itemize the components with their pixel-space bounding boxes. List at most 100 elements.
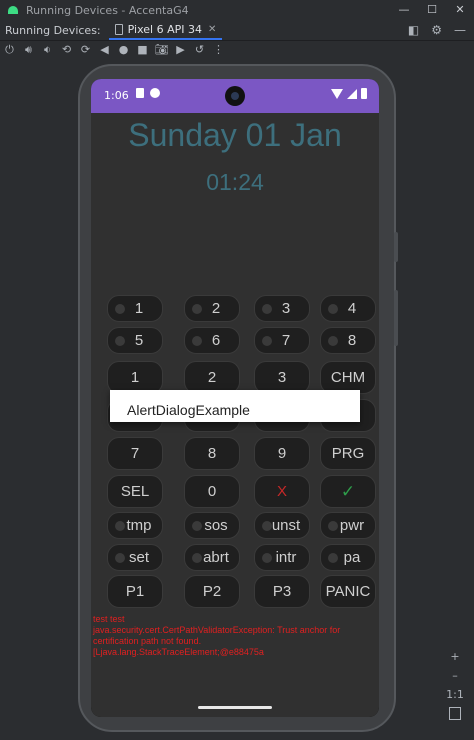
key-1-toggle[interactable]: 1 [107,295,163,322]
dialog-title: AlertDialogExample [127,402,250,418]
gear-icon[interactable]: ⚙ [431,23,442,37]
key-3-toggle[interactable]: 3 [254,295,310,322]
maximize-button[interactable]: ☐ [418,0,446,20]
sos-toggle[interactable]: sos [184,512,240,539]
volume-up-icon[interactable]: 🔊︎ [19,41,38,59]
cancel-x-icon: X [276,483,287,500]
overview-icon[interactable]: ■ [133,41,152,59]
device-tab-bar: Running Devices: Pixel 6 API 34 ✕ ◧ ⚙ — [0,20,474,41]
back-icon[interactable]: ◀ [95,41,114,59]
cancel-button[interactable]: X [254,475,310,508]
checkmark-icon: ✓ [340,481,356,501]
error-line: certification path not found. [93,636,202,646]
tab-pixel-6-api-34[interactable]: Pixel 6 API 34 ✕ [108,20,223,40]
panic-button[interactable]: PANIC [320,575,376,608]
sel-button[interactable]: SEL [107,475,163,508]
window-title-bar: Running Devices - AccentaG4 — ☐ ✕ [0,0,474,20]
zoom-out-button[interactable]: – [452,669,458,682]
fit-screen-icon[interactable] [449,707,461,720]
key-4-toggle[interactable]: 4 [320,295,376,322]
close-tab-icon[interactable]: ✕ [208,24,216,35]
key-0-button[interactable]: 0 [184,475,240,508]
actual-size-button[interactable]: 1:1 [446,688,464,701]
zoom-in-button[interactable]: + [450,650,459,663]
key-7-button[interactable]: 7 [107,437,163,470]
error-line: java.security.cert.CertPathValidatorExce… [93,625,341,635]
indicator-dot [328,304,338,314]
p3-button[interactable]: P3 [254,575,310,608]
volume-down-icon[interactable]: 🔉︎ [38,41,57,59]
key-5-toggle[interactable]: 5 [107,327,163,354]
power-icon[interactable]: ⏻ [0,41,19,59]
close-button[interactable]: ✕ [446,0,474,20]
key-8-button[interactable]: 8 [184,437,240,470]
home-icon[interactable]: ● [114,41,133,59]
time-display: 01:24 [206,169,264,195]
hide-icon[interactable]: — [454,23,466,37]
rotate-left-icon[interactable]: ⟲ [57,41,76,59]
side-button [394,232,398,262]
indicator-dot [328,553,338,563]
indicator-dot [192,553,202,563]
layout-icon[interactable]: ◧ [408,23,419,37]
indicator-dot [115,336,125,346]
indicator-dot [115,521,125,531]
volume-rocker [394,290,398,346]
android-icon [8,6,18,14]
key-2-toggle[interactable]: 2 [184,295,240,322]
window-controls: — ☐ ✕ [390,0,474,20]
unst-toggle[interactable]: unst [254,512,310,539]
key-6-toggle[interactable]: 6 [184,327,240,354]
status-bar: 1:06 [91,79,379,113]
app-content: Sunday 01 Jan 01:24 1 2 3 4 5 6 7 8 1 2 … [91,113,379,717]
key-8-toggle[interactable]: 8 [320,327,376,354]
abrt-toggle[interactable]: abrt [184,544,240,571]
sim-icon [136,88,144,98]
front-camera [225,86,245,106]
window-title: Running Devices - AccentaG4 [26,3,189,17]
confirm-button[interactable]: ✓ [320,475,376,508]
error-log: test test java.security.cert.CertPathVal… [93,614,377,658]
indicator-dot [115,553,125,563]
zoom-controls: + – 1:1 [446,650,464,720]
device-icon [114,23,123,35]
pwr-toggle[interactable]: pwr [320,512,376,539]
date-display: Sunday 01 Jan [128,117,342,153]
error-line: test test [93,614,125,624]
key-9-button[interactable]: 9 [254,437,310,470]
p2-button[interactable]: P2 [184,575,240,608]
error-line: [Ljava.lang.StackTraceElement;@e88475a [93,647,264,657]
indicator-dot [192,521,202,531]
indicator-dot [262,521,272,531]
device-toolbar: ⏻ 🔊︎ 🔉︎ ⟲ ⟳ ◀ ● ■ 📷︎ ▶ ↺ ⋮ [0,41,474,59]
intr-toggle[interactable]: intr [254,544,310,571]
screenshot-icon[interactable]: 📷︎ [152,41,171,59]
reset-icon[interactable]: ↺ [190,41,209,59]
indicator-dot [192,336,202,346]
indicator-dot [262,553,272,563]
key-7-toggle[interactable]: 7 [254,327,310,354]
battery-icon [361,88,367,99]
tmp-toggle[interactable]: tmp [107,512,163,539]
prg-button[interactable]: PRG [320,437,376,470]
alert-dialog[interactable]: AlertDialogExample [110,390,360,422]
tab-label: Pixel 6 API 34 [127,22,202,36]
wifi-icon [331,88,343,99]
notification-icon [150,88,160,98]
set-toggle[interactable]: set [107,544,163,571]
rotate-right-icon[interactable]: ⟳ [76,41,95,59]
screen-record-icon[interactable]: ▶ [171,41,190,59]
indicator-dot [328,521,338,531]
gesture-nav-bar[interactable] [198,706,272,709]
indicator-dot [262,336,272,346]
pa-toggle[interactable]: pa [320,544,376,571]
status-time: 1:06 [104,89,129,102]
indicator-dot [192,304,202,314]
device-screen[interactable]: 1:06 Sunday 01 Jan 01:24 1 2 3 4 5 6 7 8… [91,79,379,717]
p1-button[interactable]: P1 [107,575,163,608]
indicator-dot [115,304,125,314]
indicator-dot [328,336,338,346]
signal-icon [347,88,357,99]
minimize-button[interactable]: — [390,0,418,20]
more-icon[interactable]: ⋮ [209,41,228,59]
